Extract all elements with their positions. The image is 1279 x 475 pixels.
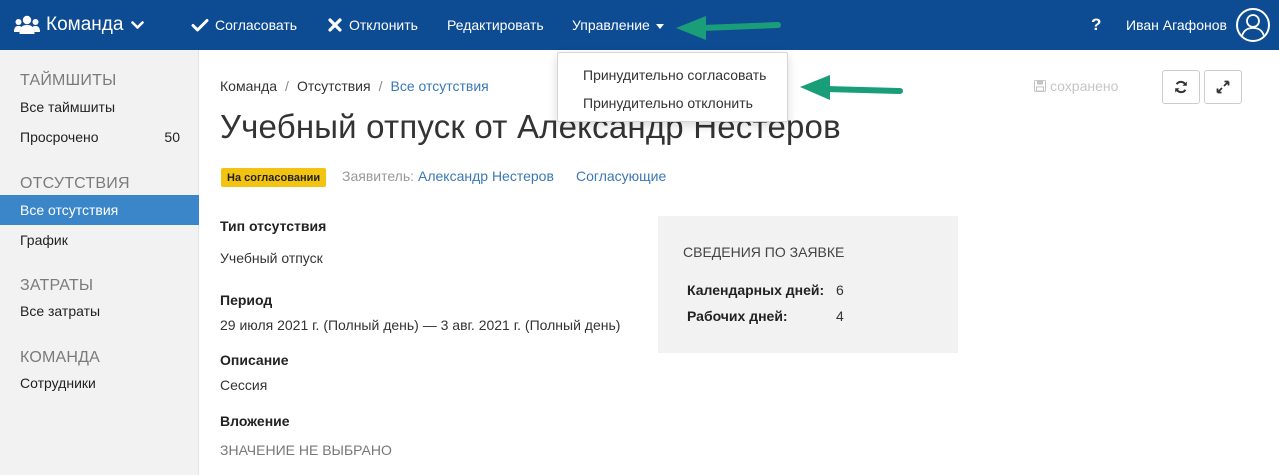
work-days-value: 4	[836, 308, 844, 324]
sidebar-item-all-timesheets[interactable]: Все таймшиты	[0, 92, 199, 122]
sidebar-item-label: Просрочено	[20, 129, 99, 145]
sidebar-item-label: Все отсутствия	[20, 202, 119, 218]
chevron-down-icon	[131, 20, 145, 29]
absence-type-value: Учебный отпуск	[220, 250, 323, 266]
refresh-icon	[1175, 80, 1187, 94]
sidebar-item-overdue[interactable]: Просрочено 50	[0, 122, 199, 152]
sidebar-section-absences: ОТСУТСТВИЯ	[20, 175, 130, 192]
approve-button[interactable]: Согласовать	[191, 0, 297, 50]
description-value: Сессия	[220, 377, 268, 393]
x-icon	[328, 18, 342, 32]
attachment-label: Вложение	[220, 413, 290, 429]
breadcrumb-separator: /	[378, 78, 383, 94]
sidebar-item-label: График	[20, 232, 68, 248]
request-info-panel: СВЕДЕНИЯ ПО ЗАЯВКЕ Календарных дней: 6 Р…	[658, 216, 958, 353]
force-reject-menu-item[interactable]: Принудительно отклонить	[583, 95, 753, 111]
sidebar: ТАЙМШИТЫ Все таймшиты Просрочено 50 ОТСУ…	[0, 50, 199, 475]
expand-button[interactable]	[1204, 70, 1242, 104]
edit-label: Редактировать	[447, 17, 544, 33]
approvers-link[interactable]: Согласующие	[576, 168, 666, 184]
breadcrumb-separator: /	[285, 78, 289, 94]
team-icon	[14, 15, 40, 34]
manage-dropdown-toggle[interactable]: Управление	[572, 0, 664, 50]
reject-label: Отклонить	[349, 17, 418, 33]
sidebar-item-schedule[interactable]: График	[0, 225, 199, 255]
refresh-button[interactable]	[1162, 70, 1200, 104]
sidebar-item-label: Все таймшиты	[20, 99, 116, 115]
work-days-label: Рабочих дней:	[687, 308, 788, 324]
manage-dropdown-menu: Принудительно согласовать Принудительно …	[557, 52, 788, 122]
calendar-days-label: Календарных дней:	[687, 282, 825, 298]
saved-indicator: сохранено	[1034, 78, 1118, 94]
period-label: Период	[220, 292, 273, 308]
user-avatar-icon[interactable]	[1236, 8, 1270, 42]
sidebar-item-label: Сотрудники	[20, 375, 96, 391]
breadcrumb-all-absences[interactable]: Все отсутствия	[390, 78, 488, 94]
brand-label: Команда	[46, 14, 124, 35]
period-value: 29 июля 2021 г. (Полный день) — 3 авг. 2…	[220, 317, 621, 333]
manage-label: Управление	[572, 17, 650, 33]
top-navbar: Команда Согласовать Отклонить Редактиров…	[0, 0, 1279, 50]
user-menu[interactable]: Иван Агафонов	[1126, 0, 1227, 50]
expand-icon	[1216, 80, 1230, 94]
brand-menu[interactable]: Команда	[14, 0, 150, 50]
status-badge: На согласовании	[221, 168, 327, 187]
reject-button[interactable]: Отклонить	[327, 0, 418, 50]
breadcrumb-absences[interactable]: Отсутствия	[297, 78, 371, 94]
user-name: Иван Агафонов	[1126, 17, 1227, 33]
breadcrumb-team[interactable]: Команда	[220, 78, 277, 94]
overdue-count: 50	[164, 129, 180, 145]
edit-button[interactable]: Редактировать	[447, 0, 544, 50]
saved-label: сохранено	[1050, 78, 1119, 94]
calendar-days-value: 6	[836, 282, 844, 298]
help-button[interactable]: ?	[1091, 0, 1101, 50]
force-approve-menu-item[interactable]: Принудительно согласовать	[583, 67, 766, 83]
sidebar-section-timesheets: ТАЙМШИТЫ	[20, 72, 117, 89]
caret-down-icon	[655, 23, 664, 29]
info-panel-title: СВЕДЕНИЯ ПО ЗАЯВКЕ	[683, 244, 845, 260]
annotation-arrow-icon	[800, 75, 903, 100]
annotation-arrow-icon	[676, 16, 781, 40]
save-icon	[1034, 80, 1046, 92]
applicant-label: Заявитель:	[342, 168, 415, 184]
sidebar-item-label: Все затраты	[20, 303, 101, 319]
applicant-link[interactable]: Александр Нестеров	[418, 168, 554, 184]
sidebar-section-team: КОМАНДА	[20, 349, 101, 366]
sidebar-item-employees[interactable]: Сотрудники	[0, 368, 199, 398]
approve-label: Согласовать	[215, 17, 298, 33]
help-label: ?	[1091, 15, 1102, 34]
absence-type-label: Тип отсутствия	[220, 218, 327, 234]
description-label: Описание	[220, 352, 289, 368]
sidebar-item-all-expenses[interactable]: Все затраты	[0, 296, 199, 326]
attachment-value: ЗНАЧЕНИЕ НЕ ВЫБРАНО	[220, 442, 392, 458]
breadcrumb: Команда / Отсутствия / Все отсутствия	[220, 78, 489, 94]
sidebar-section-expenses: ЗАТРАТЫ	[20, 277, 94, 294]
check-icon	[191, 19, 209, 32]
sidebar-item-all-absences[interactable]: Все отсутствия	[0, 195, 199, 225]
